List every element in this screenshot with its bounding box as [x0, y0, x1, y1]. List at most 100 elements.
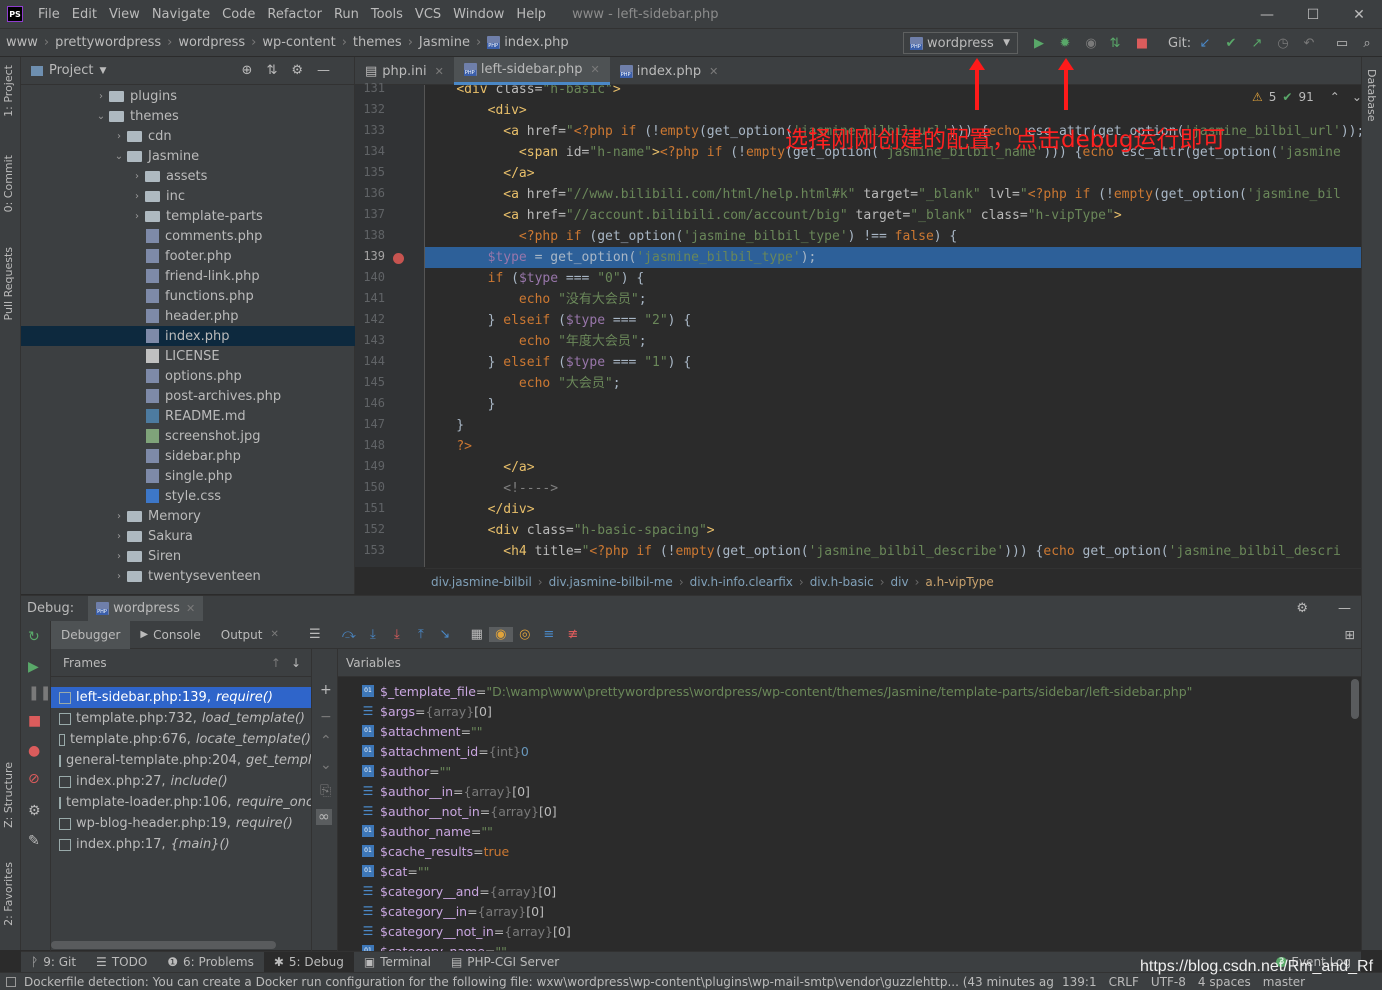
chevron-right-icon[interactable]: › [111, 571, 127, 582]
breadcrumb-item[interactable]: index.php [481, 35, 569, 50]
breadcrumb-item[interactable]: prettywordpress › [49, 35, 172, 50]
chevron-right-icon[interactable]: › [111, 531, 127, 542]
chevron-right-icon[interactable]: › [129, 171, 145, 182]
chevron-down-icon[interactable]: ▼ [99, 66, 106, 76]
editor-tab[interactable]: left-sidebar.php ✕ [453, 57, 610, 85]
html-breadcrumb-item[interactable]: div.jasmine-bilbil-me [549, 575, 673, 589]
favorites-tool-tab[interactable]: 2: Favorites [2, 862, 15, 926]
frame-row[interactable]: index.php:17, {main}() [51, 834, 311, 855]
variable-row[interactable]: 01 $cat = "" [362, 861, 429, 881]
gear-icon[interactable]: ⚙ [1296, 601, 1308, 616]
project-panel-actions[interactable]: ⊕⇅⚙— [242, 63, 344, 78]
tree-item[interactable]: header.php [21, 306, 355, 326]
pause-icon[interactable]: ❚❚ [28, 685, 51, 701]
minus-icon[interactable]: − [320, 709, 332, 725]
tree-item[interactable]: › inc [21, 186, 355, 206]
line-separator[interactable]: CRLF [1109, 975, 1139, 989]
git-update-icon[interactable]: ↙ [1196, 35, 1214, 51]
html-breadcrumb-item[interactable]: a.h-vipType [925, 575, 993, 589]
caret-position[interactable]: 139:1 [1062, 975, 1097, 989]
status-message[interactable]: Dockerfile detection: You can create a D… [24, 975, 1054, 989]
variable-row[interactable]: 01 $author_name = "" [362, 821, 493, 841]
variable-row[interactable]: ☰ $args = {array} [0] [362, 701, 492, 721]
frame-row[interactable]: template-loader.php:106, require_once() [51, 792, 311, 813]
settings-icon[interactable]: ⚙ [28, 803, 41, 819]
tree-item[interactable]: footer.php [21, 246, 355, 266]
close-icon[interactable]: ✕ [186, 602, 195, 615]
variable-row[interactable]: 01 $attachment_id = {int} 0 [362, 741, 529, 761]
history-icon[interactable]: ◷ [1274, 35, 1292, 51]
plus-icon[interactable]: + [320, 682, 332, 698]
menu-navigate[interactable]: Navigate [146, 7, 216, 22]
variable-row[interactable]: 01 $author = "" [362, 761, 451, 781]
frame-row[interactable]: template.php:676, locate_template() [51, 729, 311, 750]
hide-icon[interactable]: — [1338, 601, 1351, 616]
menu-vcs[interactable]: VCS [409, 7, 447, 22]
run-to-cursor-icon[interactable]: ↘ [433, 627, 457, 642]
add-watch-icon[interactable]: ≢ [561, 627, 585, 642]
layout-icon[interactable]: ▭ [1333, 35, 1351, 51]
frames-scrollbar[interactable] [51, 941, 276, 949]
tree-item[interactable]: › template-parts [21, 206, 355, 226]
tree-item[interactable]: post-archives.php [21, 386, 355, 406]
rerun-icon[interactable]: ↻ [28, 629, 40, 645]
breadcrumb-item[interactable]: Jasmine › [413, 35, 481, 50]
close-icon[interactable]: ✕ [270, 629, 278, 640]
tree-item[interactable]: › cdn [21, 126, 355, 146]
project-view-select[interactable]: Project [49, 63, 93, 78]
file-encoding[interactable]: UTF-8 [1151, 975, 1186, 989]
close-icon[interactable]: ✕ [709, 65, 718, 78]
menu-edit[interactable]: Edit [66, 7, 103, 22]
pull-requests-tool-tab[interactable]: Pull Requests [2, 247, 15, 320]
project-tool-tab[interactable]: 1: Project [2, 65, 15, 117]
code-editor[interactable]: <div class="h-basic"> <div> <a href="<?p… [425, 85, 1361, 567]
arrow-up-icon[interactable]: ↑ [271, 656, 281, 670]
glasses-icon[interactable]: ∞ [316, 809, 332, 825]
menu-window[interactable]: Window [447, 7, 510, 22]
commit-tool-tab[interactable]: 0: Commit [2, 155, 15, 212]
tree-item[interactable]: index.php [21, 326, 355, 346]
tree-item[interactable]: › plugins [21, 86, 355, 106]
html-breadcrumb-item[interactable]: div.h-info.clearfix [690, 575, 793, 589]
tree-item[interactable]: › Memory [21, 506, 355, 526]
view-breakpoints-icon[interactable]: ● [28, 743, 40, 759]
variable-row[interactable]: ☰ $author__not_in = {array} [0] [362, 801, 557, 821]
debug-tab-debugger[interactable]: Debugger [51, 620, 131, 649]
chevron-right-icon[interactable]: › [129, 191, 145, 202]
run-configuration-select[interactable]: wordpress ▼ [903, 32, 1018, 54]
numbered-list-icon[interactable]: ≡ [537, 627, 561, 642]
menu-run[interactable]: Run [328, 7, 365, 22]
break-on-first-line-icon[interactable]: ◉ [488, 627, 513, 642]
html-breadcrumb-item[interactable]: div.h-basic [810, 575, 874, 589]
chevron-down-icon[interactable]: ⌄ [111, 151, 127, 162]
minimize-button[interactable]: — [1244, 0, 1290, 29]
chevron-right-icon[interactable]: › [129, 211, 145, 222]
git-commit-icon[interactable]: ✔ [1222, 35, 1240, 51]
menu-file[interactable]: File [32, 7, 66, 22]
html-breadcrumb-item[interactable]: div [891, 575, 909, 589]
tree-item[interactable]: › assets [21, 166, 355, 186]
arrow-down-icon[interactable]: ↓ [291, 656, 301, 670]
chevron-up-icon[interactable]: ⌃ [320, 733, 332, 749]
watch-icon[interactable]: ◎ [513, 627, 537, 642]
tree-item[interactable]: › twentyseventeen [21, 566, 355, 586]
git-push-icon[interactable]: ↗ [1248, 35, 1266, 51]
breadcrumb-item[interactable]: www › [0, 35, 49, 50]
debug-tab-output[interactable]: Output ✕ [211, 621, 289, 649]
search-icon[interactable]: ⌕ [1358, 35, 1376, 51]
status-toggle-icon[interactable] [6, 976, 16, 987]
force-step-into-icon[interactable]: ⤓ [385, 627, 409, 642]
menu-view[interactable]: View [103, 7, 146, 22]
tree-item[interactable]: style.css [21, 486, 355, 506]
structure-tool-tab[interactable]: Z: Structure [2, 762, 15, 828]
chevron-down-icon[interactable]: ⌄ [93, 111, 109, 122]
chevron-right-icon[interactable]: › [111, 131, 127, 142]
tree-item[interactable]: LICENSE [21, 346, 355, 366]
tree-item[interactable]: › Sakura [21, 526, 355, 546]
tree-item[interactable]: friend-link.php [21, 266, 355, 286]
variable-row[interactable]: 01 $_template_file = "D:\wamp\www\prettyw… [362, 681, 1192, 701]
bottom-tool-phpcgiserver[interactable]: ▤ PHP-CGI Server [441, 952, 569, 973]
bottom-tool-git[interactable]: ᚹ 9: Git [21, 952, 86, 973]
tree-item[interactable]: screenshot.jpg [21, 426, 355, 446]
tree-item[interactable]: sidebar.php [21, 446, 355, 466]
